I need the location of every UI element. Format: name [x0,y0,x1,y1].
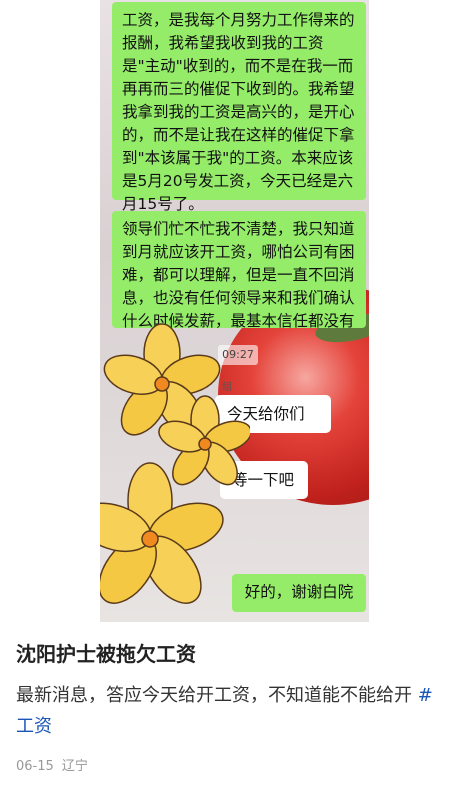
post-meta: 06-15 辽宁 [16,758,92,776]
chat-message-outgoing-1: 工资，是我每个月努力工作得来的报酬，我希望我收到我的工资是"主动"收到的，而不是… [112,2,366,213]
post-location: 辽宁 [61,759,88,774]
post-date: 06-15 [16,759,54,774]
post-title: 沈阳护士被拖欠工资 [16,642,196,666]
post-body-text: 最新消息，答应今天给开工资，不知道能不能给开 [16,685,412,706]
chat-message-outgoing-2: 领导们忙不忙我不清楚，我只知道到月就应该开工资，哪怕公司有困难，都可以理解，但是… [112,211,366,330]
flower-sticker-icon [100,323,250,604]
chat-message-outgoing-3: 好的，谢谢白院 [232,574,366,612]
post-body: 最新消息，答应今天给开工资，不知道能不能给开 #工资 [16,680,450,742]
